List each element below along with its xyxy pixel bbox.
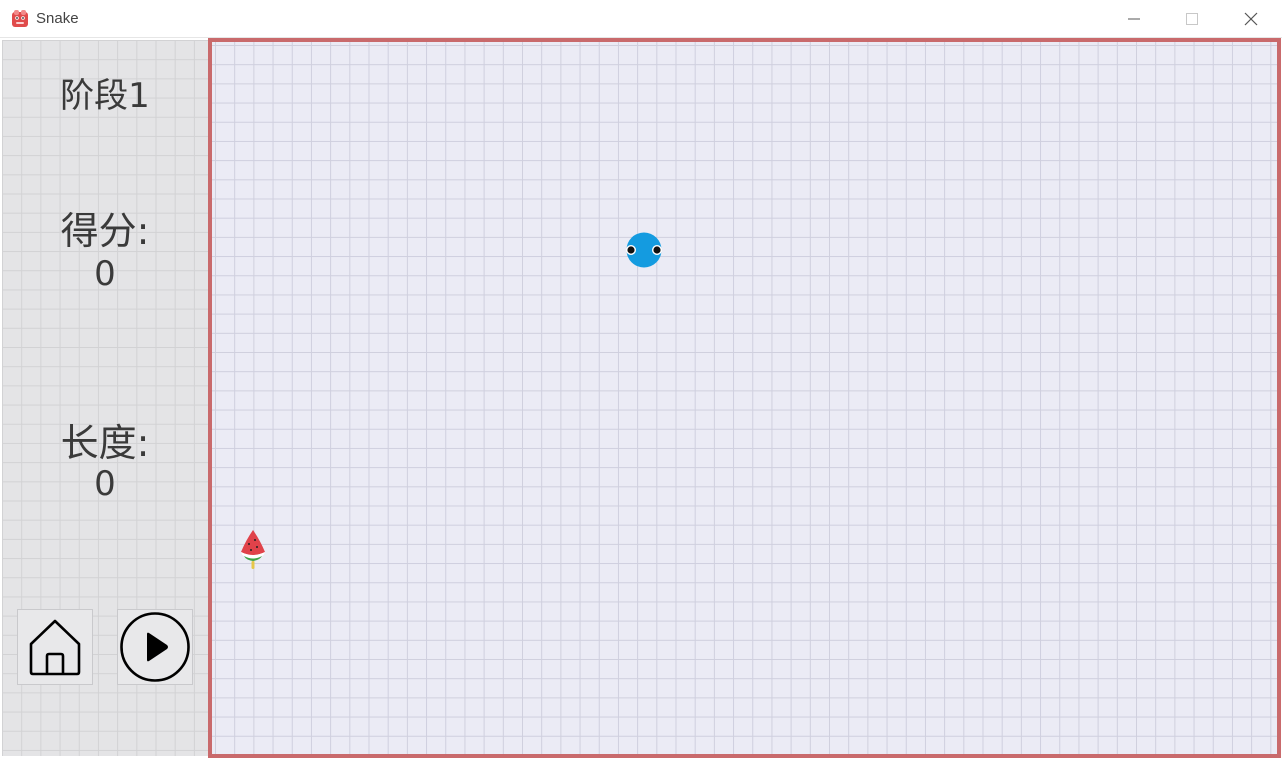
home-icon <box>29 619 81 676</box>
watermelon-popsicle-icon <box>241 530 265 569</box>
close-icon <box>1244 12 1258 26</box>
side-panel: 阶段1 得分: 0 长度: 0 <box>2 40 209 756</box>
game-window: Snake 阶段1 得分: 0 长度: 0 <box>0 0 1282 759</box>
stage-label: 阶段1 <box>60 76 150 116</box>
play-circle-icon <box>120 612 190 682</box>
score-label: 得分: <box>60 209 150 253</box>
length-value: 0 <box>94 464 116 504</box>
score-value: 0 <box>94 254 116 294</box>
play-button[interactable] <box>117 609 193 685</box>
minimize-button[interactable] <box>1105 0 1163 38</box>
maximize-icon <box>1186 13 1198 25</box>
snake-app-icon <box>12 10 28 27</box>
title-bar: Snake <box>0 0 1282 38</box>
length-label: 长度: <box>60 421 150 465</box>
minimize-icon <box>1128 18 1140 20</box>
game-board[interactable] <box>208 38 1281 758</box>
maximize-button[interactable] <box>1163 0 1221 38</box>
home-button[interactable] <box>17 609 93 685</box>
window-title: Snake <box>36 10 79 27</box>
snake-head <box>626 232 662 268</box>
close-button[interactable] <box>1222 0 1280 38</box>
